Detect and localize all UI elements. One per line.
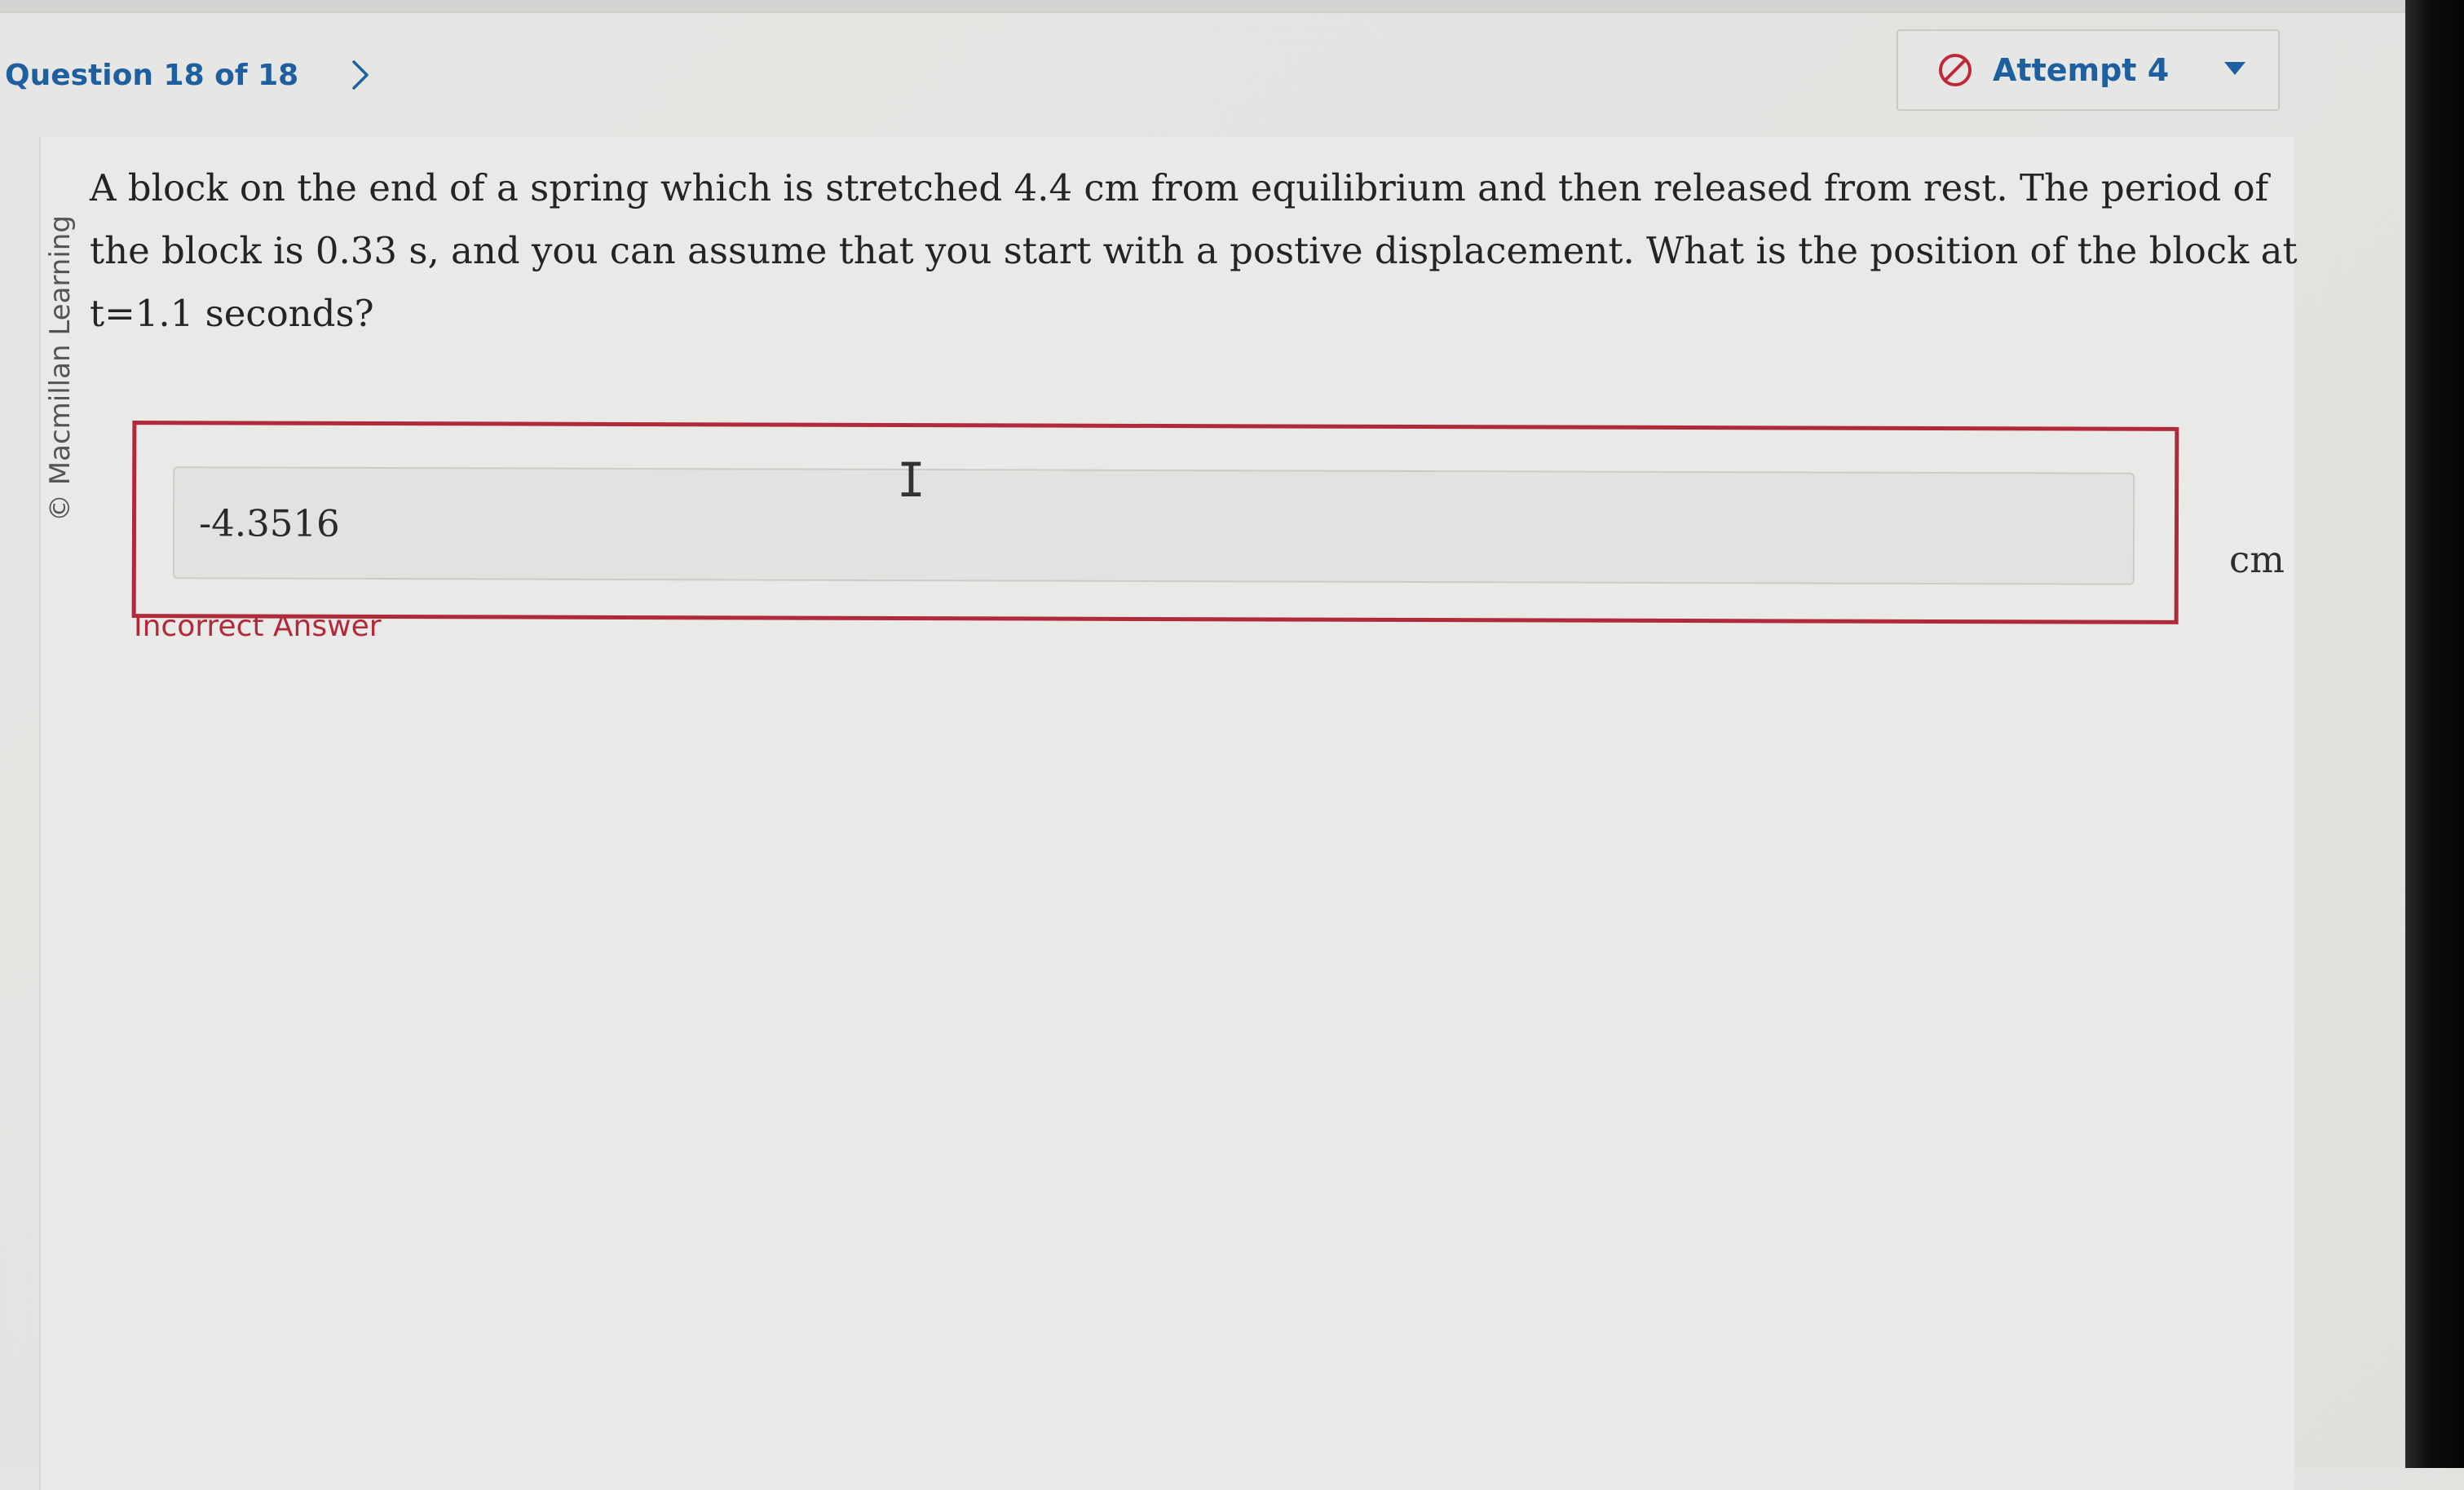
copyright-notice: © Macmillan Learning	[44, 215, 77, 522]
attempt-label: Attempt 4	[1993, 52, 2170, 88]
answer-input[interactable]	[172, 466, 2135, 585]
next-question-button[interactable]	[344, 51, 377, 99]
question-counter[interactable]: Question 18 of 18	[5, 59, 298, 92]
no-entry-icon	[1937, 52, 1973, 88]
feedback-message: Incorrect Answer	[134, 610, 382, 643]
text-cursor-icon: I	[897, 452, 925, 508]
browser-edge	[0, 0, 2413, 13]
attempt-dropdown[interactable]: Attempt 4	[1897, 29, 2280, 111]
screen-bezel	[2405, 0, 2464, 1468]
question-text: A block on the end of a spring which is …	[90, 166, 2298, 335]
question-navigation: Question 18 of 18	[5, 51, 377, 99]
chevron-right-icon	[352, 60, 369, 90]
caret-down-icon	[2224, 62, 2245, 75]
answer-unit: cm	[2229, 538, 2285, 581]
